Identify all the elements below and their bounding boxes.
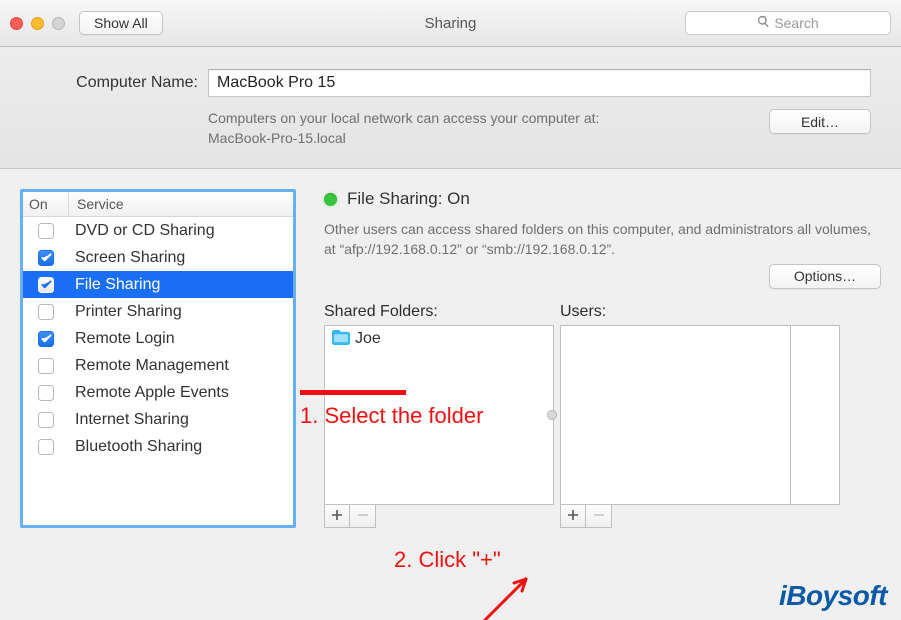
service-name: Screen Sharing [69,249,293,267]
minus-icon [357,506,369,526]
service-row[interactable]: Printer Sharing [23,298,293,325]
service-checkbox[interactable] [38,358,54,374]
search-icon [757,15,770,31]
service-name: Remote Login [69,330,293,348]
service-row[interactable]: File Sharing [23,271,293,298]
edit-button[interactable]: Edit… [769,109,871,134]
shared-folders-list[interactable]: Joe [324,325,554,505]
service-name: Bluetooth Sharing [69,438,293,456]
shared-folder-item[interactable]: Joe [325,326,553,353]
computer-name-helper: Computers on your local network can acce… [208,109,688,148]
remove-user-button[interactable] [586,504,612,528]
service-checkbox[interactable] [38,223,54,239]
add-folder-button[interactable] [324,504,350,528]
add-user-button[interactable] [560,504,586,528]
annotation-arrow-icon [476,569,536,620]
service-row[interactable]: Internet Sharing [23,406,293,433]
service-checkbox[interactable] [38,304,54,320]
computer-name-field[interactable] [208,69,871,97]
service-row[interactable]: Remote Login [23,325,293,352]
header-area: Computer Name: Computers on your local n… [0,47,901,169]
service-name: File Sharing [69,276,293,294]
shared-folder-name: Joe [355,330,381,348]
service-checkbox[interactable] [38,439,54,455]
users-list[interactable] [560,325,840,505]
service-row[interactable]: DVD or CD Sharing [23,217,293,244]
remove-folder-button[interactable] [350,504,376,528]
service-name: Internet Sharing [69,411,293,429]
service-checkbox[interactable] [38,250,54,266]
service-checkbox[interactable] [38,331,54,347]
users-column: Users: [560,303,840,528]
service-checkbox[interactable] [38,385,54,401]
service-row[interactable]: Screen Sharing [23,244,293,271]
service-row[interactable]: Remote Apple Events [23,379,293,406]
plus-icon [567,506,579,526]
search-placeholder: Search [774,15,818,31]
options-button[interactable]: Options… [769,264,881,289]
body-area: On Service DVD or CD Sharing Screen Shari… [0,169,901,548]
service-checkbox[interactable] [38,277,54,293]
search-input[interactable]: Search [685,11,891,35]
shared-folders-column: Shared Folders: Joe [324,303,554,528]
status-label: File Sharing: On [347,189,470,209]
show-all-button[interactable]: Show All [79,11,163,35]
folder-icon [331,329,351,350]
service-name: Remote Apple Events [69,384,293,402]
minimize-window-button[interactable] [31,17,44,30]
service-checkbox[interactable] [38,412,54,428]
plus-icon [331,506,343,526]
computer-name-label: Computer Name: [30,74,208,92]
status-indicator-icon [324,193,337,206]
close-window-button[interactable] [10,17,23,30]
services-header: On Service [23,192,293,217]
minus-icon [593,506,605,526]
column-service-header[interactable]: Service [69,192,293,216]
watermark-logo: iBoysoft [779,580,887,612]
service-name: Printer Sharing [69,303,293,321]
service-row[interactable]: Bluetooth Sharing [23,433,293,460]
users-permission-divider [790,326,791,504]
service-row[interactable]: Remote Management [23,352,293,379]
users-label: Users: [560,303,840,321]
column-on-header[interactable]: On [23,192,69,216]
access-description: Other users can access shared folders on… [324,219,881,260]
shared-folders-label: Shared Folders: [324,303,554,321]
service-detail-panel: File Sharing: On Other users can access … [296,189,881,528]
window-toolbar: Show All Sharing Search [0,0,901,47]
service-name: DVD or CD Sharing [69,222,293,240]
annotation-underline [300,390,406,395]
traffic-lights [10,17,65,30]
services-list[interactable]: On Service DVD or CD Sharing Screen Shari… [20,189,296,528]
zoom-window-button[interactable] [52,17,65,30]
service-name: Remote Management [69,357,293,375]
